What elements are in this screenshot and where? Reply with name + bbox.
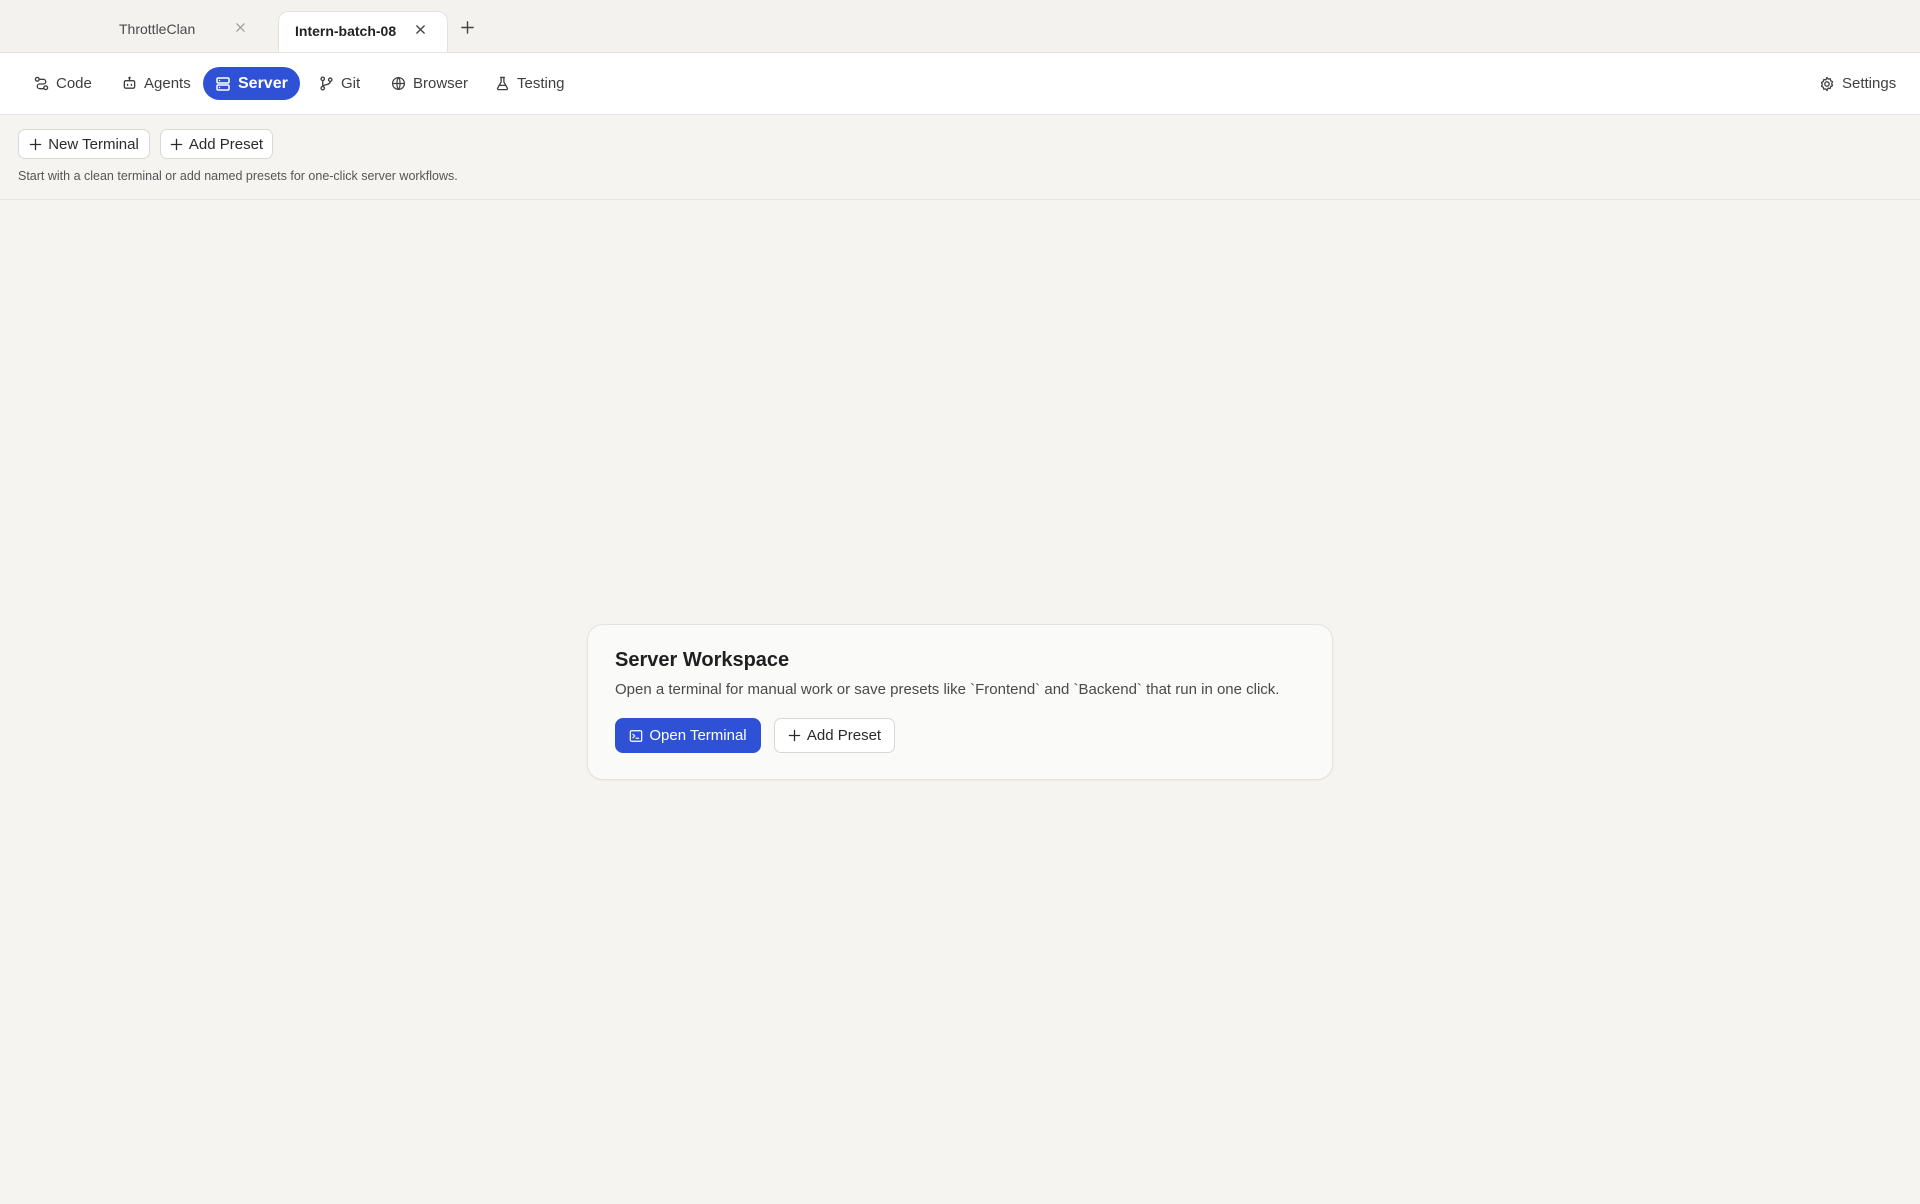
nav-item-server[interactable]: Server (203, 67, 300, 100)
tab-intern-batch-08[interactable]: Intern-batch-08 (278, 11, 448, 52)
nav-item-label: Git (341, 75, 361, 92)
close-icon[interactable] (235, 22, 246, 33)
robot-icon (123, 76, 136, 89)
nav-item-label: Code (56, 75, 92, 92)
workspace-description: Open a terminal for manual work or save … (615, 681, 1280, 698)
route-icon (34, 76, 49, 91)
nav-item-label: Testing (517, 75, 565, 92)
button-label: Add Preset (806, 727, 882, 744)
flask-icon (496, 76, 509, 91)
plus-icon (29, 138, 42, 150)
settings-label: Settings (1842, 75, 1897, 92)
nav-item-label: Agents (144, 75, 191, 92)
server-workspace-card: Server Workspace Open a terminal for man… (587, 624, 1333, 780)
nav-item-browser[interactable]: Browser (379, 67, 480, 100)
plus-icon (788, 729, 801, 742)
tab-label: ThrottleClan (119, 21, 196, 37)
tab-label: Intern-batch-08 (295, 23, 397, 39)
button-label: Open Terminal (649, 727, 747, 744)
terminal-icon (630, 729, 643, 742)
button-label: New Terminal (48, 135, 139, 153)
nav-item-code[interactable]: Code (22, 67, 104, 100)
nav-bar: Code Agents Server Git Browser Testing S… (0, 52, 1920, 115)
new-tab-icon[interactable] (460, 20, 475, 40)
tab-throttleclan[interactable]: ThrottleClan (102, 11, 254, 52)
git-branch-icon (320, 76, 333, 91)
button-label: Add Preset (188, 135, 264, 153)
nav-item-agents[interactable]: Agents (110, 67, 203, 100)
nav-item-testing[interactable]: Testing (483, 67, 577, 100)
plus-icon (170, 138, 183, 150)
gear-icon (1820, 76, 1834, 91)
globe-icon (391, 76, 406, 91)
add-preset-button[interactable]: Add Preset (774, 718, 895, 753)
add-preset-button[interactable]: Add Preset (160, 129, 273, 159)
nav-item-label: Browser (413, 75, 469, 92)
settings-button[interactable]: Settings (1807, 67, 1908, 100)
workspace-title: Server Workspace (615, 649, 790, 671)
nav-item-label: Server (238, 74, 288, 92)
open-terminal-button[interactable]: Open Terminal (615, 718, 761, 753)
server-toolbar: New Terminal Add Preset Start with a cle… (0, 116, 1920, 200)
server-icon (216, 76, 230, 91)
new-terminal-button[interactable]: New Terminal (18, 129, 150, 159)
toolbar-hint: Start with a clean terminal or add named… (18, 169, 458, 183)
close-icon[interactable] (415, 24, 426, 35)
tab-bar: ThrottleClan Intern-batch-08 (0, 0, 1920, 52)
nav-item-git[interactable]: Git (307, 67, 372, 100)
